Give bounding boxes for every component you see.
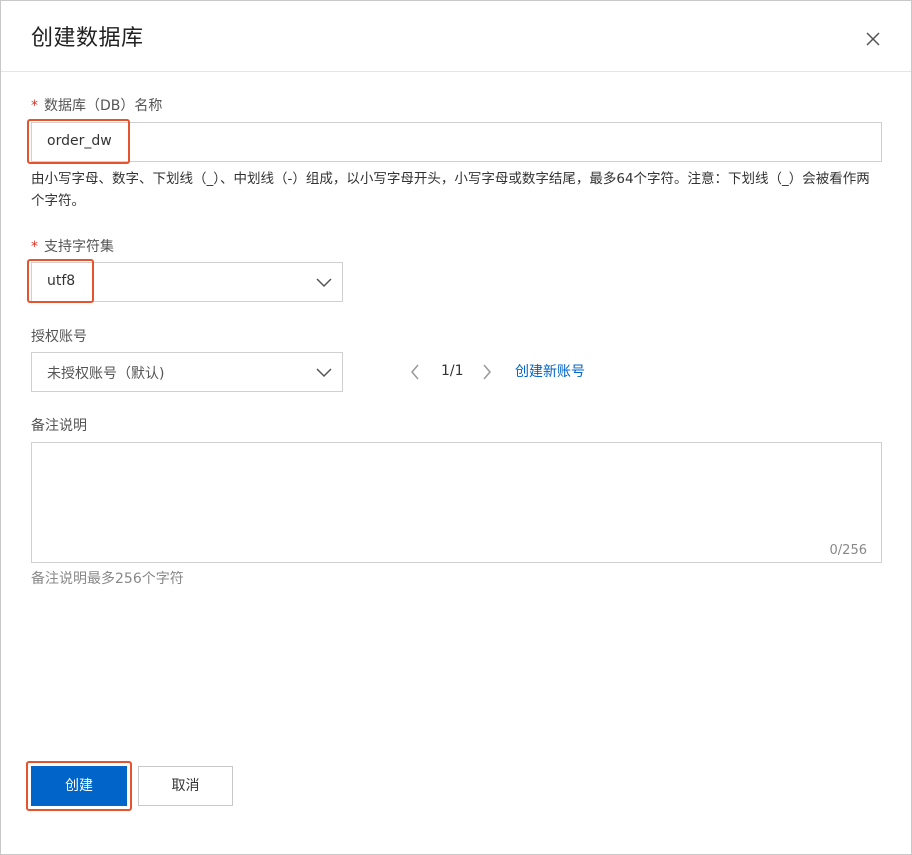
remark-hint: 备注说明最多256个字符 — [31, 571, 184, 587]
cancel-button[interactable]: 取消 — [138, 766, 233, 806]
db-name-value: order_dw — [47, 133, 112, 149]
create-account-link[interactable]: 创建新账号 — [515, 361, 585, 381]
account-select[interactable]: 未授权账号（默认) — [31, 352, 343, 392]
chevron-down-icon — [316, 368, 332, 378]
pager-prev-button[interactable] — [409, 363, 421, 385]
remark-counter: 0/256 — [829, 543, 867, 558]
account-value: 未授权账号（默认) — [47, 366, 165, 382]
charset-label: * 支持字符集 — [31, 236, 114, 256]
close-button[interactable] — [862, 28, 884, 50]
create-button[interactable]: 创建 — [31, 766, 127, 806]
required-mark: * — [31, 239, 38, 255]
charset-select[interactable]: utf8 — [31, 262, 343, 302]
remark-label: 备注说明 — [31, 418, 87, 434]
dialog-title: 创建数据库 — [31, 26, 144, 51]
create-database-dialog: 创建数据库 * 数据库（DB）名称 order_dw 由小写字母、数字、下划线（_… — [0, 0, 912, 855]
charset-label-text: 支持字符集 — [44, 239, 114, 255]
db-name-input[interactable]: order_dw — [31, 122, 882, 162]
close-icon — [866, 32, 880, 46]
db-name-label: * 数据库（DB）名称 — [31, 95, 162, 115]
account-label: 授权账号 — [31, 329, 87, 345]
required-mark: * — [31, 98, 38, 114]
pager-page: 1/1 — [441, 363, 464, 379]
db-name-hint: 由小写字母、数字、下划线（_）、中划线（-）组成，以小写字母开头，小写字母或数字… — [31, 171, 870, 209]
remark-textarea[interactable]: 0/256 — [31, 442, 882, 563]
chevron-right-icon — [483, 364, 491, 380]
chevron-left-icon — [411, 364, 419, 380]
db-name-label-text: 数据库（DB）名称 — [44, 98, 163, 114]
header-divider — [1, 71, 911, 72]
chevron-down-icon — [316, 278, 332, 288]
charset-value: utf8 — [47, 273, 76, 289]
pager-next-button[interactable] — [481, 363, 493, 385]
